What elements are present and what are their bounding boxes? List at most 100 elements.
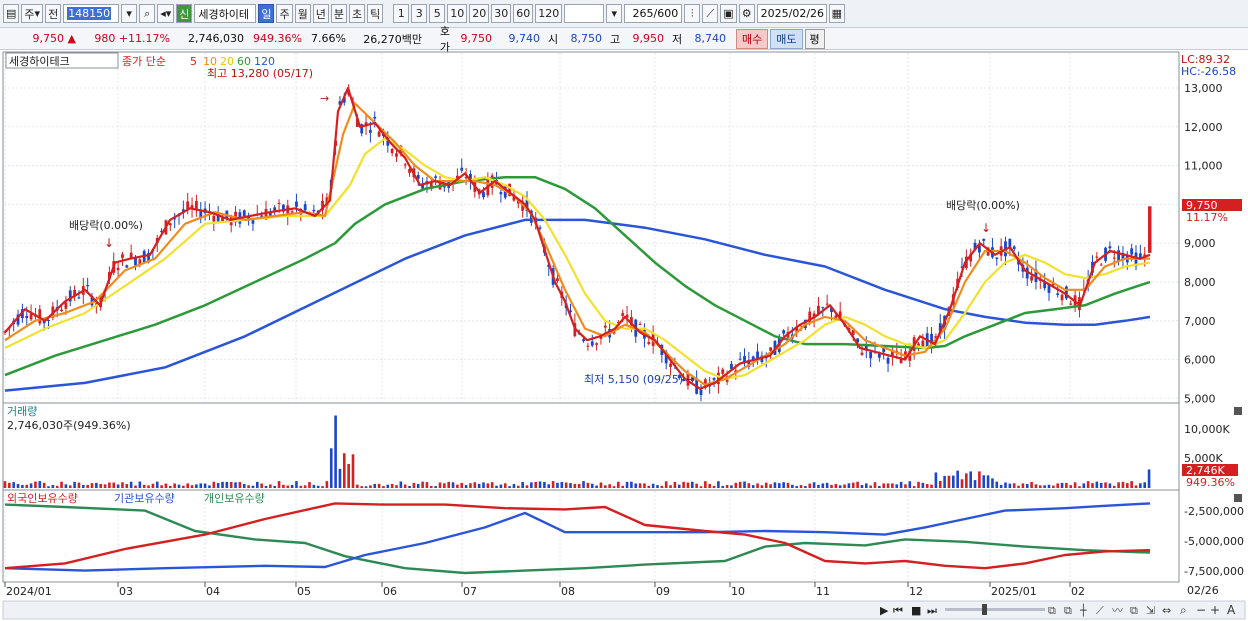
candle-body	[1056, 293, 1060, 295]
candle-body	[295, 201, 298, 207]
volume-bar	[155, 481, 159, 488]
gear-icon[interactable]: ⚙	[738, 4, 755, 23]
stock-code-input[interactable]: 148150	[63, 4, 120, 23]
market-select[interactable]: 주 ▾	[21, 4, 44, 23]
compare-icon[interactable]: ⧉	[1064, 604, 1072, 617]
volume-bar	[643, 483, 646, 488]
volume-bar	[1121, 481, 1125, 488]
volume-bar	[590, 483, 594, 488]
line-tool-icon[interactable]: ⟋	[702, 4, 719, 23]
volume-bar	[3, 481, 7, 488]
zoom-slider[interactable]	[945, 608, 1045, 611]
volume-bar	[312, 484, 316, 488]
period-month[interactable]: 월	[294, 4, 311, 23]
candle-body	[369, 129, 372, 133]
volume-value: 2,746,030	[188, 32, 244, 45]
crosshair-icon[interactable]: ┼	[1079, 603, 1087, 617]
volume-bar	[103, 484, 107, 488]
speaker-icon[interactable]: ◂▾	[157, 4, 175, 23]
volume-bar	[1095, 481, 1099, 488]
volume-bar	[882, 483, 885, 488]
search-icon[interactable]: ⌕	[139, 4, 156, 23]
scroll-end-icon[interactable]: ⏭	[927, 604, 937, 617]
interval-20[interactable]: 20	[469, 4, 490, 23]
text-tool-icon[interactable]: A	[1227, 603, 1236, 617]
volume-bar	[630, 481, 633, 488]
period-second[interactable]: 초	[348, 4, 366, 23]
volume-bar	[952, 475, 955, 488]
zoom-slider-handle[interactable]	[982, 604, 987, 615]
interval-60[interactable]: 60	[513, 4, 534, 23]
zoom-in-icon[interactable]: +	[1210, 603, 1220, 617]
layout-icon[interactable]: ▤	[3, 4, 20, 23]
layout-small-icon[interactable]: ⧉	[1130, 604, 1138, 617]
candle-body	[395, 153, 398, 157]
avg-button[interactable]: 평	[804, 28, 825, 49]
interval-custom-input[interactable]	[564, 4, 605, 23]
code-dropdown-button[interactable]: ▾	[121, 4, 138, 23]
volume-bar	[1130, 481, 1133, 488]
volume-bar	[908, 481, 912, 488]
volume-bar	[682, 481, 685, 488]
scroll-begin-icon[interactable]: ⏮	[893, 604, 903, 617]
interval-120[interactable]: 120	[535, 4, 563, 23]
volume-bar	[347, 463, 350, 488]
stock-chart[interactable]: 세경하이테크 종가 단순 5 10 20 60 120 최고 13,280 (0…	[0, 50, 1248, 621]
volume-bar	[1134, 485, 1138, 488]
volume-bar	[1126, 483, 1129, 488]
wave-icon[interactable]: 〰	[1112, 604, 1123, 617]
volume-bar	[1008, 483, 1012, 488]
interval-10[interactable]: 10	[447, 4, 468, 23]
interval-dropdown-button[interactable]: ▾	[606, 4, 623, 23]
zoom-out-icon[interactable]: −	[1196, 603, 1206, 617]
volume-bar	[634, 483, 638, 488]
scroll-right-icon[interactable]: ▶	[880, 604, 889, 617]
x-axis-label: 09	[656, 585, 670, 598]
volume-bar	[1108, 483, 1112, 488]
window-icon[interactable]: ⧉	[1048, 604, 1056, 617]
interval-3[interactable]: 3	[411, 4, 428, 23]
volume-bar	[221, 481, 224, 488]
period-week[interactable]: 주	[276, 4, 293, 23]
interval-5[interactable]: 5	[429, 4, 446, 23]
volume-bar	[486, 483, 490, 488]
zoom-icon[interactable]: ⌕	[1180, 603, 1187, 617]
volume-bar	[564, 482, 568, 488]
fit-icon[interactable]: ⇲	[1146, 604, 1155, 617]
candle-body	[86, 285, 90, 287]
interval-1[interactable]: 1	[393, 4, 410, 23]
low-annotation: 최저 5,150 (09/25)	[584, 373, 683, 386]
candle-type-icon[interactable]: ⫶	[684, 4, 701, 23]
count-field[interactable]: 265/600	[624, 4, 683, 23]
volume-bar	[751, 485, 755, 488]
arrows-icon[interactable]: ⇔	[1162, 604, 1171, 617]
date-field[interactable]: 2025/02/26	[756, 4, 827, 23]
candle-body	[212, 215, 216, 222]
legend-foreign: 외국인보유수량	[7, 492, 78, 505]
price-panel	[2, 51, 1180, 404]
period-year[interactable]: 년	[312, 4, 329, 23]
prev-button[interactable]: 전	[45, 4, 62, 23]
hold-tick-2: -5,000,000	[1184, 535, 1244, 548]
volume-bar	[851, 482, 855, 488]
period-day[interactable]: 일	[258, 4, 275, 23]
trend-icon[interactable]: ⟋	[1096, 604, 1104, 617]
period-minute[interactable]: 분	[330, 4, 347, 23]
volume-bar	[503, 483, 507, 488]
legend-ma5: 5	[190, 55, 197, 68]
scroll-stop-icon[interactable]: ■	[911, 604, 921, 617]
volume-bar	[673, 481, 677, 488]
buy-button[interactable]: 매수	[736, 28, 769, 49]
interval-30[interactable]: 30	[491, 4, 512, 23]
calendar-icon[interactable]: ▦	[828, 4, 846, 23]
volume-title: 거래량	[7, 405, 37, 418]
volume-bar	[277, 481, 281, 488]
holdings-panel-close-icon[interactable]	[1234, 494, 1242, 502]
high-label: 고	[610, 32, 621, 46]
volume-panel-close-icon[interactable]	[1234, 407, 1242, 415]
period-tick[interactable]: 틱	[367, 4, 384, 23]
volume-bar	[369, 485, 372, 488]
save-icon[interactable]: ▣	[720, 4, 737, 23]
sell-button[interactable]: 매도	[770, 28, 803, 49]
volume-bar	[891, 483, 894, 488]
